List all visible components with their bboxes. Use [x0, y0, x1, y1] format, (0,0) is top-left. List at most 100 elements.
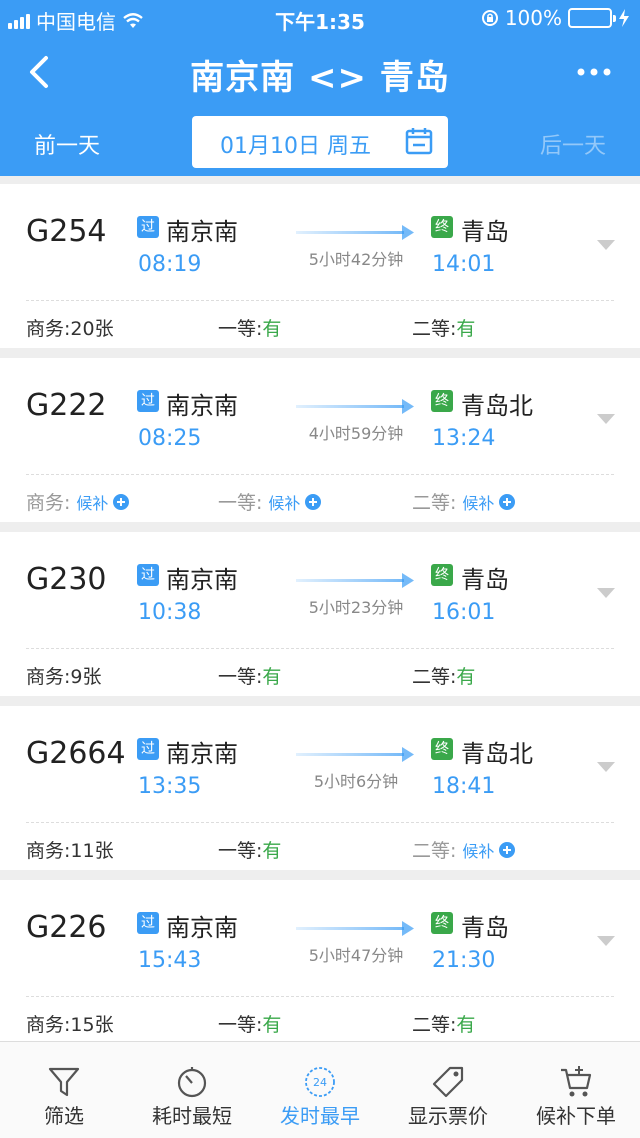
- departure-station: 南京南: [166, 392, 238, 420]
- train-card[interactable]: G226 过南京南 15:43 5小时47分钟终青岛 21:30 商务: 15张 一等: 有二等…: [0, 880, 640, 1044]
- departure-station: 南京南: [166, 740, 238, 768]
- trip-duration: 5小时42分钟: [308, 250, 404, 269]
- plus-icon[interactable]: [499, 841, 516, 858]
- departure-time: 13:35: [138, 774, 202, 799]
- terminal-badge: 终: [431, 912, 453, 934]
- seat-label: 二等:: [412, 492, 457, 514]
- pass-through-badge: 过: [137, 738, 159, 760]
- divider: [26, 300, 614, 301]
- price-tag-icon: [432, 1066, 464, 1098]
- plus-icon[interactable]: [305, 493, 322, 510]
- seat-label: 一等:: [218, 492, 263, 514]
- seat-class: 二等: 有: [412, 662, 475, 689]
- arrival-time: 16:01: [432, 600, 496, 625]
- date-picker[interactable]: 01月10日 周五: [192, 116, 448, 168]
- stopwatch-icon: [177, 1067, 207, 1098]
- seat-waitlist-link[interactable]: 候补: [462, 838, 494, 862]
- seat-value: 有: [262, 1014, 282, 1036]
- chevron-down-icon[interactable]: [596, 412, 616, 426]
- arrival-station: 青岛: [461, 914, 509, 942]
- arrow-icon: [296, 921, 414, 936]
- status-bar: 中国电信 下午1:35 100%: [0, 0, 640, 36]
- chevron-down-icon[interactable]: [596, 586, 616, 600]
- trip-duration: 5小时47分钟: [308, 946, 404, 965]
- train-number: G230: [26, 562, 107, 597]
- train-card[interactable]: G254 过南京南 08:19 5小时42分钟终青岛 14:01 商务: 20张 一等: 有二等…: [0, 184, 640, 348]
- arrow-icon: [296, 225, 414, 240]
- battery-icon: [568, 8, 616, 28]
- chevron-down-icon[interactable]: [596, 238, 616, 252]
- tab-waitlist-order[interactable]: 候补下单: [512, 1042, 640, 1138]
- clock-24-badge: 24: [313, 1076, 327, 1089]
- tab-earliest-label: 发时最早: [280, 1104, 360, 1128]
- seat-value: 11张: [70, 840, 114, 862]
- divider: [26, 648, 614, 649]
- train-card[interactable]: G2664 过南京南 13:35 5小时6分钟 终青岛北 18:41 商务: 11张 一等: 有 二…: [0, 706, 640, 870]
- divider: [26, 822, 614, 823]
- charging-icon: [619, 9, 629, 27]
- prev-day-button[interactable]: 前一天: [34, 128, 100, 160]
- cart-icon: [561, 1066, 592, 1097]
- arrival-station: 青岛: [461, 566, 509, 594]
- train-card[interactable]: G230 过南京南 10:38 5小时23分钟终青岛 16:01 商务: 9张 一等: 有二等:…: [0, 532, 640, 696]
- status-right: 100%: [481, 6, 630, 30]
- terminal-badge: 终: [431, 390, 453, 412]
- seat-waitlist-link[interactable]: 候补: [76, 490, 108, 514]
- next-day-button[interactable]: 后一天: [540, 128, 606, 160]
- seat-class: 商务: 15张: [26, 1010, 114, 1037]
- seat-label: 二等:: [412, 1014, 457, 1036]
- seat-label: 一等:: [218, 318, 263, 340]
- seat-label: 商务:: [26, 840, 71, 862]
- departure-station: 南京南: [166, 566, 238, 594]
- arrival-time: 14:01: [432, 252, 496, 277]
- departure-station: 南京南: [166, 218, 238, 246]
- chevron-down-icon[interactable]: [596, 934, 616, 948]
- chevron-down-icon[interactable]: [596, 760, 616, 774]
- seat-waitlist-link[interactable]: 候补: [462, 490, 494, 514]
- plus-icon[interactable]: [113, 493, 130, 510]
- bottom-tab-bar: 筛选 耗时最短 24 发时最早 显示票价 候补下单: [0, 1041, 640, 1138]
- tab-earliest-departure[interactable]: 24 发时最早: [256, 1042, 384, 1138]
- trip-duration: 5小时6分钟: [313, 772, 399, 791]
- seat-value: 有: [262, 840, 282, 862]
- seat-label: 商务:: [26, 492, 71, 514]
- orientation-lock-icon: [481, 10, 498, 26]
- terminal-badge: 终: [431, 564, 453, 586]
- arrival-station: 青岛北: [461, 740, 533, 768]
- seat-class: 二等: 有: [412, 1010, 475, 1037]
- tab-waitlist-label: 候补下单: [536, 1104, 616, 1128]
- seat-class: 二等: 有: [412, 314, 475, 341]
- seat-label: 二等:: [412, 840, 457, 862]
- seat-class: 二等: 候补: [412, 836, 516, 863]
- arrow-icon: [296, 573, 414, 588]
- divider: [26, 996, 614, 997]
- train-card[interactable]: G222 过南京南 08:25 4小时59分钟终青岛北 13:24 商务: 候补 一等: 候补二…: [0, 358, 640, 522]
- divider: [26, 474, 614, 475]
- tab-show-price[interactable]: 显示票价: [384, 1042, 512, 1138]
- plus-icon[interactable]: [499, 493, 516, 510]
- seat-label: 二等:: [412, 666, 457, 688]
- seat-class: 商务: 9张: [26, 662, 102, 689]
- seat-label: 一等:: [218, 1014, 263, 1036]
- tab-show-price-label: 显示票价: [408, 1104, 488, 1128]
- seat-label: 一等:: [218, 666, 263, 688]
- pass-through-badge: 过: [137, 216, 159, 238]
- seat-label: 二等:: [412, 318, 457, 340]
- date-label: 01月10日 周五: [220, 134, 371, 159]
- seat-class: 商务: 11张: [26, 836, 114, 863]
- arrow-icon: [296, 747, 414, 762]
- tab-shortest-duration[interactable]: 耗时最短: [128, 1042, 256, 1138]
- seat-class: 一等: 有: [218, 662, 281, 689]
- terminal-badge: 终: [431, 216, 453, 238]
- terminal-badge: 终: [431, 738, 453, 760]
- train-number: G226: [26, 910, 107, 945]
- seat-label: 商务:: [26, 1014, 71, 1036]
- more-icon[interactable]: [576, 62, 612, 82]
- seat-value: 有: [456, 1014, 476, 1036]
- arrival-time: 21:30: [432, 948, 496, 973]
- seat-label: 一等:: [218, 840, 263, 862]
- clock-24-icon: 24: [305, 1067, 335, 1097]
- tab-filter[interactable]: 筛选: [0, 1042, 128, 1138]
- seat-waitlist-link[interactable]: 候补: [268, 490, 300, 514]
- arrival-time: 18:41: [432, 774, 496, 799]
